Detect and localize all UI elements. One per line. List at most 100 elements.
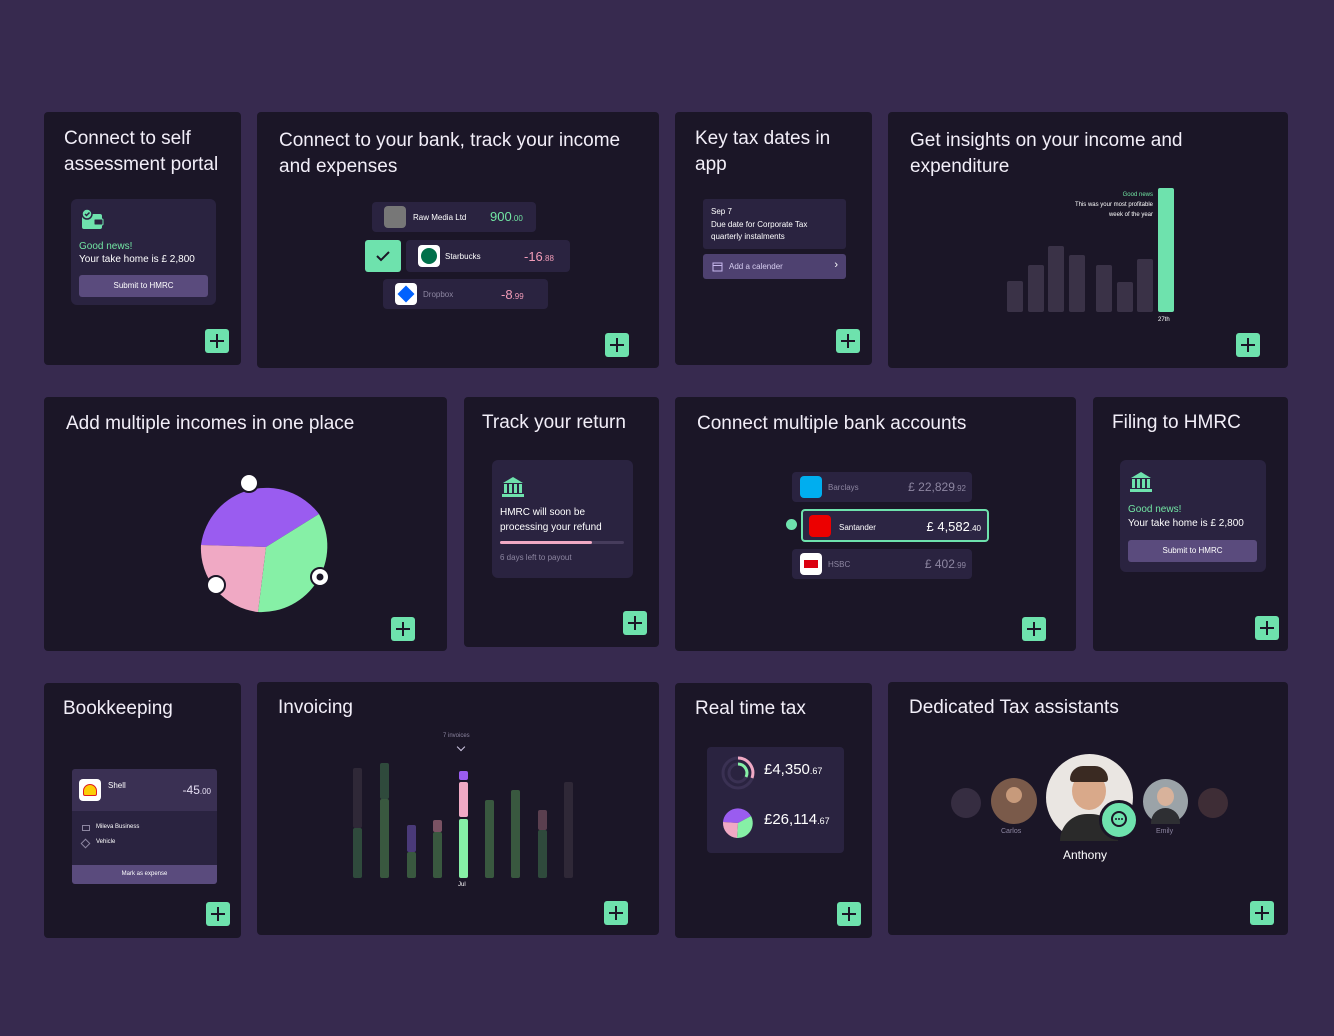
tax-date-desc-1: Due date for Corporate Tax: [711, 220, 808, 229]
week-bar: [1096, 265, 1112, 312]
invoice-bar: [511, 790, 520, 878]
card-title: Invoicing: [278, 697, 353, 718]
week-bar: [1028, 265, 1044, 312]
chevron-right-icon: ›: [834, 259, 838, 271]
take-home-text: Your take home is £ 2,800: [79, 254, 195, 265]
card-multi-bank: Connect multiple bank accounts Barclays …: [675, 397, 1076, 651]
good-news-label: Good news!: [79, 241, 133, 252]
invoice-bar: [380, 799, 389, 878]
add-button[interactable]: [837, 902, 861, 926]
expense-amount: -45.00: [182, 783, 211, 797]
refund-text-1: HMRC will soon be: [500, 507, 586, 518]
take-home-panel: Good news! Your take home is £ 2,800 Sub…: [1120, 460, 1266, 572]
card-bank-tracking: Connect to your bank, track your income …: [257, 112, 659, 368]
subcategory-label: Vehicle: [96, 839, 116, 845]
add-button[interactable]: [205, 329, 229, 353]
add-button[interactable]: [1250, 901, 1274, 925]
add-button[interactable]: [623, 611, 647, 635]
add-calendar-button[interactable]: Add a calender ›: [703, 254, 846, 279]
mark-as-expense-button[interactable]: Mark as expense: [72, 865, 217, 884]
add-button[interactable]: [836, 329, 860, 353]
insight-note-2: week of the year: [1108, 212, 1153, 218]
check-icon[interactable]: [365, 240, 401, 272]
refund-text-2: processing your refund: [500, 522, 602, 533]
refund-progress-bar: [500, 541, 624, 544]
transaction-row[interactable]: Starbucks -16.88: [406, 240, 570, 272]
income-pie-chart: [200, 473, 330, 613]
card-title: Bookkeeping: [63, 698, 173, 719]
invoice-bar: [485, 800, 494, 878]
week-bar: [1069, 255, 1085, 312]
invoice-bar: [538, 830, 547, 878]
tax-amount: £4,350.67: [764, 761, 823, 778]
dropbox-logo-icon: [395, 283, 417, 305]
week-bar: [1117, 282, 1133, 312]
category-label: Mileva Business: [96, 824, 140, 830]
assistant-avatar-emily[interactable]: [1143, 779, 1188, 824]
insight-note-1: This was your most profitable: [1074, 202, 1153, 208]
add-calendar-label: Add a calender: [729, 262, 783, 271]
refund-panel: HMRC will soon be processing your refund…: [492, 460, 633, 578]
card-title: Add multiple incomes in one place: [66, 413, 355, 434]
transaction-row[interactable]: Dropbox -8.99: [383, 279, 548, 309]
transaction-amount: -8.99: [501, 287, 524, 302]
tick-label-27th: 27th: [1158, 317, 1170, 323]
assistant-avatar[interactable]: [951, 788, 981, 818]
card-title: Real time tax: [695, 698, 806, 719]
add-button[interactable]: [604, 901, 628, 925]
tax-date-desc-2: quarterly instalments: [711, 232, 785, 241]
assistant-avatar[interactable]: [1198, 788, 1228, 818]
add-button[interactable]: [391, 617, 415, 641]
month-label-jul: Jul: [458, 882, 466, 888]
chevron-down-icon: [456, 742, 466, 752]
card-title: Connect to self assessment portal: [64, 128, 219, 175]
bank-balance: £ 4,582.40: [926, 519, 982, 534]
bank-account-row[interactable]: Barclays £ 22,829.92: [792, 472, 972, 502]
bank-account-row[interactable]: HSBC £ 402.99: [792, 549, 972, 579]
chat-icon[interactable]: [1099, 800, 1139, 840]
add-button[interactable]: [206, 902, 230, 926]
card-bookkeeping: Bookkeeping Shell -45.00 Mileva Business…: [44, 683, 241, 938]
card-title: Connect multiple bank accounts: [697, 413, 967, 434]
invoice-bar: [564, 782, 573, 878]
add-button[interactable]: [1022, 617, 1046, 641]
transaction-row[interactable]: Raw Media Ltd 900.00: [372, 202, 536, 232]
submit-to-hmrc-button[interactable]: Submit to HMRC: [79, 275, 208, 297]
tag-icon: [80, 838, 91, 849]
invoice-bar: [407, 825, 416, 852]
card-tax-assistants: Dedicated Tax assistants Carlos Anthony …: [888, 682, 1288, 935]
invoice-bar: [433, 820, 442, 832]
calendar-icon: [712, 262, 723, 272]
invoice-bar: [433, 832, 442, 878]
add-button[interactable]: [1236, 333, 1260, 357]
bank-building-icon: [502, 477, 524, 497]
card-self-assessment: Connect to self assessment portal Good n…: [44, 112, 241, 365]
card-real-time-tax: Real time tax £4,350.67 £26,114.67: [675, 683, 872, 938]
tax-summary-panel: £4,350.67 £26,114.67: [707, 747, 844, 853]
raw-media-logo-icon: [384, 206, 406, 228]
card-title: Filing to HMRC: [1112, 412, 1241, 433]
add-button[interactable]: [605, 333, 629, 357]
transaction-amount: -16.88: [524, 249, 554, 264]
invoice-bar-highlight: [459, 771, 468, 780]
tax-ring-icon: [721, 756, 755, 790]
income-amount: £26,114.67: [764, 811, 830, 828]
bank-name: Santander: [839, 523, 876, 532]
bank-name: HSBC: [828, 560, 851, 569]
transaction-name: Starbucks: [445, 252, 481, 261]
add-button[interactable]: [1255, 616, 1279, 640]
bank-building-icon: [1130, 472, 1152, 492]
invoice-bar: [538, 810, 547, 830]
card-invoicing: Invoicing 7 invoices Jul: [257, 682, 659, 935]
card-multiple-incomes: Add multiple incomes in one place: [44, 397, 447, 651]
invoice-bar: [353, 768, 362, 828]
submit-to-hmrc-button[interactable]: Submit to HMRC: [1128, 540, 1257, 562]
bank-balance: £ 402.99: [924, 557, 966, 571]
card-title: Get insights on your income and expendit…: [910, 130, 1183, 177]
bank-account-row-selected[interactable]: Santander £ 4,582.40: [801, 509, 989, 542]
week-bar: [1007, 281, 1023, 312]
tax-date: Sep 7: [711, 207, 732, 216]
assistant-avatar-carlos[interactable]: [991, 778, 1037, 824]
card-track-return: Track your return HMRC will soon be proc…: [464, 397, 659, 647]
assistant-name: Anthony: [1063, 848, 1108, 862]
